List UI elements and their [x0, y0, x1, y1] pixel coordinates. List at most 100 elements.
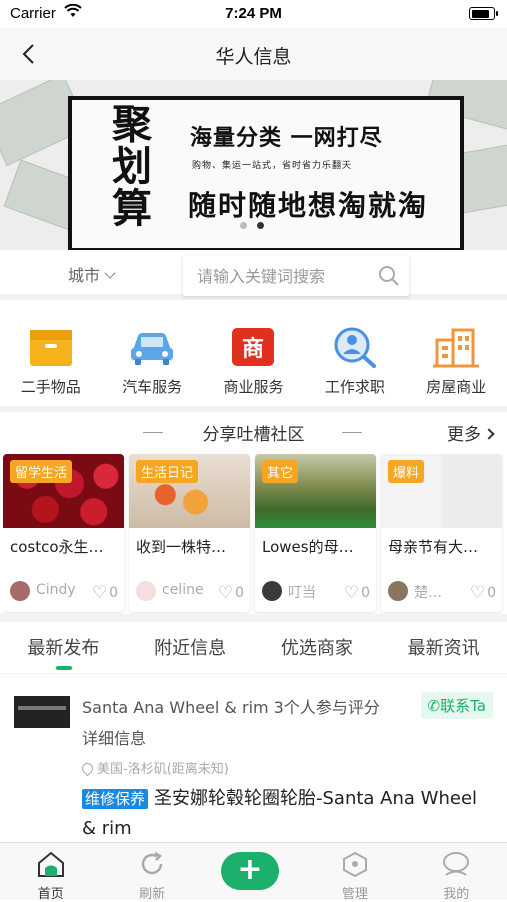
chevron-down-icon — [104, 267, 116, 279]
search-row: 城市 — [0, 250, 507, 300]
phone-icon: ✆ — [427, 697, 441, 715]
category-label: 工作求职 — [324, 378, 385, 396]
listing-thumbnail — [14, 696, 70, 728]
navigation-bar: 华人信息 — [0, 28, 507, 80]
tab-merchants[interactable]: 优选商家 — [254, 622, 381, 673]
tab-mine[interactable]: 我的 — [406, 843, 507, 902]
card-author: celine — [162, 582, 204, 598]
tab-label: 优选商家 — [280, 638, 353, 659]
category-label: 商业服务 — [223, 378, 284, 396]
carousel-dot[interactable] — [240, 222, 247, 229]
community-card[interactable]: 爆料 母亲节有大… 楚… ♡ 0 — [381, 454, 502, 612]
category-business[interactable]: 商 商业服务 — [203, 312, 304, 406]
feed-tabs: 最新发布 附近信息 优选商家 最新资讯 — [0, 622, 507, 674]
category-car-service[interactable]: 汽车服务 — [101, 312, 202, 406]
heart-icon: ♡ — [217, 583, 234, 603]
box-icon — [29, 330, 72, 366]
search-icon[interactable] — [377, 264, 401, 288]
tab-home[interactable]: 首页 — [0, 843, 101, 902]
contact-button[interactable]: ✆联系Ta — [420, 692, 493, 719]
contact-label: 联系Ta — [440, 697, 486, 715]
tab-nearby[interactable]: 附近信息 — [127, 622, 254, 673]
tab-label: 附近信息 — [154, 638, 227, 659]
card-footer: 楚… ♡ 0 — [388, 580, 496, 603]
tab-latest[interactable]: 最新发布 — [0, 622, 127, 673]
card-image-flowers: 生活日记 — [129, 454, 250, 528]
city-selector[interactable]: 城市 — [68, 262, 116, 286]
banner-slogan-top: 海量分类 一网打尽 — [190, 126, 383, 151]
location-text: 美国-洛杉矶(距离未知) — [97, 762, 229, 777]
tab-label: 我的 — [443, 887, 470, 902]
category-housing[interactable]: 房屋商业 — [406, 312, 507, 406]
category-label: 二手物品 — [20, 378, 81, 396]
tab-label: 首页 — [37, 887, 64, 902]
card-footer: Cindy ♡ 0 — [10, 580, 118, 603]
job-search-icon — [334, 327, 376, 368]
like-button[interactable]: ♡ 0 — [469, 582, 496, 603]
category-secondhand[interactable]: 二手物品 — [0, 312, 101, 406]
page-title: 华人信息 — [215, 46, 292, 68]
heart-icon: ♡ — [343, 583, 360, 603]
like-count: 0 — [487, 585, 496, 601]
card-author: 楚… — [414, 585, 442, 601]
card-tag: 其它 — [262, 460, 299, 483]
avatar — [10, 581, 30, 601]
heart-icon: ♡ — [469, 583, 486, 603]
category-grid: 二手物品 汽车服务 商 商业服务 工作求职 房屋商业 — [0, 312, 507, 406]
search-input[interactable] — [197, 264, 367, 288]
tab-refresh[interactable]: 刷新 — [101, 843, 202, 902]
search-box[interactable] — [183, 256, 409, 296]
card-footer: celine ♡ 0 — [136, 580, 244, 603]
status-bar: Carrier 7:24 PM — [0, 0, 507, 28]
like-count: 0 — [109, 585, 118, 601]
like-count: 0 — [235, 585, 244, 601]
more-label: 更多 — [447, 425, 481, 445]
chevron-right-icon — [483, 428, 495, 440]
manage-icon — [342, 851, 367, 878]
like-count: 0 — [361, 585, 370, 601]
shop-icon: 商 — [232, 328, 275, 366]
add-post-button[interactable]: + — [221, 852, 279, 890]
community-card[interactable]: 留学生活 costco永生… Cindy ♡ 0 — [3, 454, 124, 612]
like-button[interactable]: ♡ 0 — [91, 582, 118, 603]
location-pin-icon — [79, 760, 96, 777]
tab-label: 刷新 — [139, 887, 166, 902]
listing-detail: 详细信息 — [82, 729, 147, 748]
list-item[interactable]: Santa Ana Wheel & rim 3个人参与评分 ✆联系Ta 详细信息… — [0, 680, 507, 840]
more-link[interactable]: 更多 — [447, 420, 495, 445]
card-title: 母亲节有大… — [388, 538, 479, 556]
banner-slogan-small: 购物、集运一站式，省时省力乐翻天 — [192, 161, 353, 171]
card-tag: 爆料 — [388, 460, 425, 483]
building-icon — [433, 328, 480, 368]
avatar — [262, 581, 282, 601]
banner-big-text: 聚划算 — [112, 101, 152, 232]
listing-description: 维修保养 圣安娜轮毂轮圈轮胎-Santa Ana Wheel & rim — [82, 784, 492, 844]
tab-manage[interactable]: 管理 — [304, 843, 405, 902]
city-label: 城市 — [68, 266, 101, 285]
card-author: 叮当 — [288, 585, 316, 601]
heart-icon: ♡ — [91, 583, 108, 603]
community-header: 分享吐槽社区 更多 — [0, 418, 507, 448]
like-button[interactable]: ♡ 0 — [217, 582, 244, 603]
divider — [0, 614, 507, 622]
listing-header: Santa Ana Wheel & rim 3个人参与评分 — [82, 698, 380, 717]
category-label: 汽车服务 — [122, 378, 183, 396]
like-button[interactable]: ♡ 0 — [343, 582, 370, 603]
tab-news[interactable]: 最新资讯 — [380, 622, 507, 673]
community-card[interactable]: 生活日记 收到一株特… celine ♡ 0 — [129, 454, 250, 612]
promo-banner[interactable]: 聚划算 海量分类 一网打尽 购物、集运一站式，省时省力乐翻天 随时随地想淘就淘 — [0, 80, 507, 250]
community-card[interactable]: 其它 Lowes的母… 叮当 ♡ 0 — [255, 454, 376, 612]
profile-icon — [443, 852, 470, 876]
card-tag: 留学生活 — [10, 460, 73, 483]
carousel-dot-active[interactable] — [257, 222, 264, 229]
banner-slogan-bottom: 随时随地想淘就淘 — [188, 189, 429, 222]
svg-text:商: 商 — [242, 336, 264, 362]
refresh-icon — [141, 851, 163, 875]
card-tag: 生活日记 — [136, 460, 199, 483]
category-jobs[interactable]: 工作求职 — [304, 312, 405, 406]
tab-label: 最新发布 — [27, 638, 100, 659]
car-icon — [131, 333, 174, 365]
card-author: Cindy — [36, 582, 76, 598]
listing-location: 美国-洛杉矶(距离未知) — [79, 758, 229, 777]
divider — [0, 406, 507, 412]
